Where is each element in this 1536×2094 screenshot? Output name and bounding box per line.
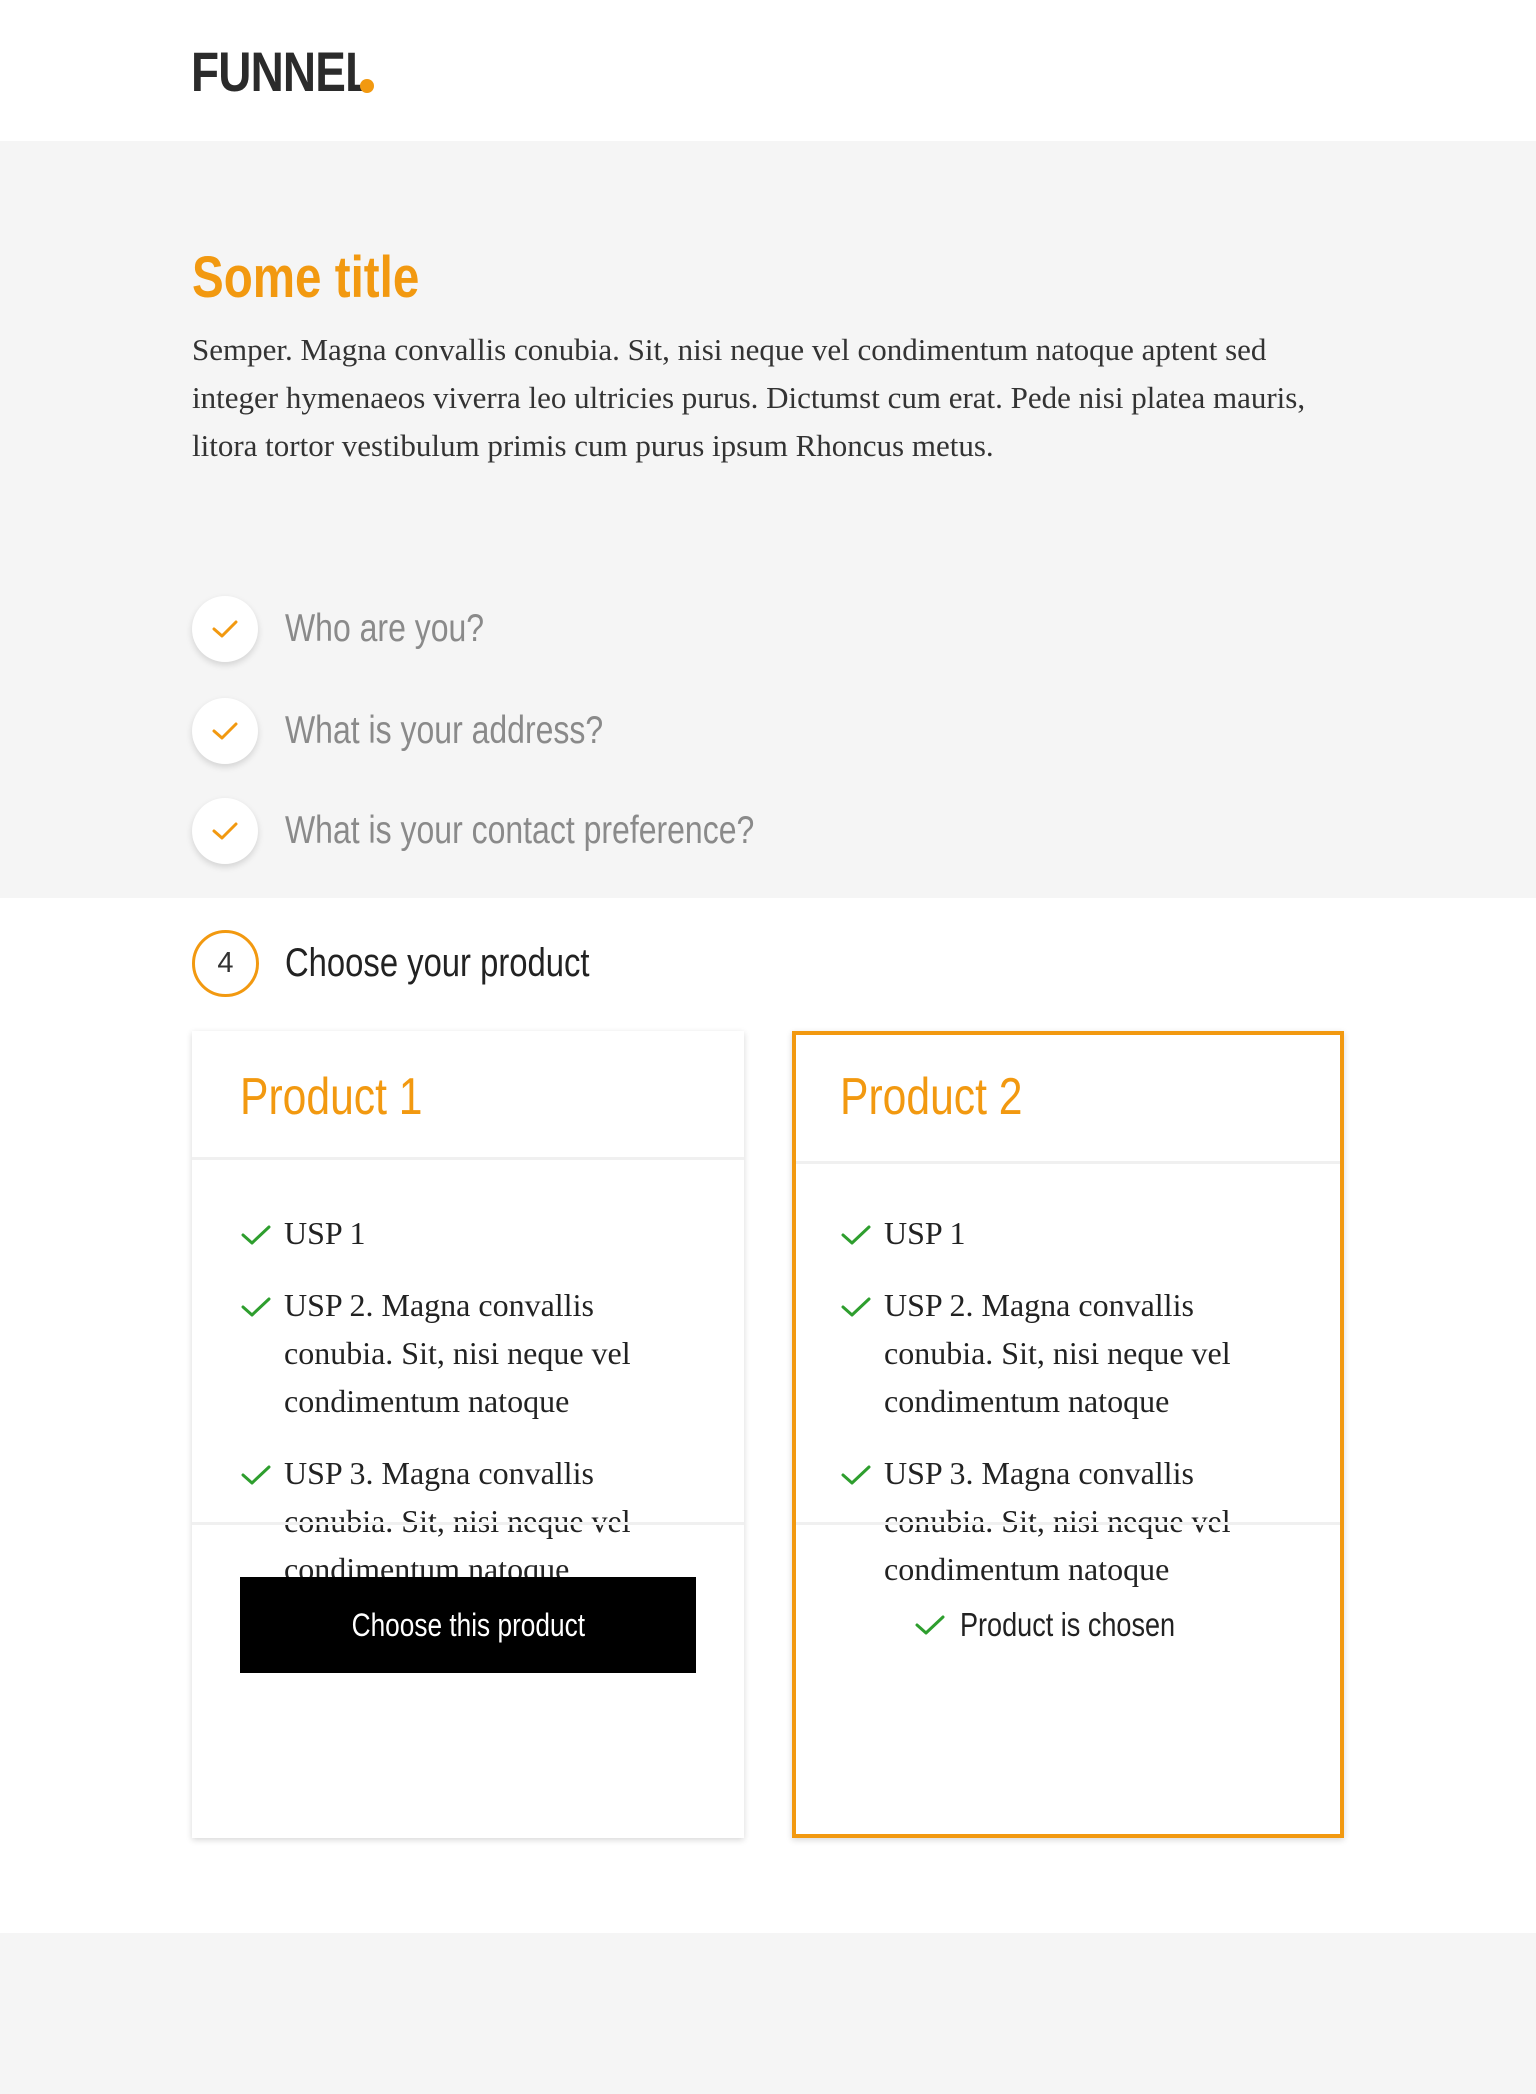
usp-text: USP 2. Magna convallis conubia. Sit, nis… [884, 1287, 1231, 1419]
product-chosen-status: Product is chosen [796, 1577, 1340, 1673]
usp-text: USP 1 [284, 1215, 366, 1251]
footer-band [0, 1933, 1536, 2094]
usp-list: USP 1 USP 2. Magna convallis conubia. Si… [192, 1160, 744, 1587]
check-icon [241, 1297, 271, 1317]
usp-text: USP 2. Magna convallis conubia. Sit, nis… [284, 1287, 631, 1419]
intro-text: Semper. Magna convallis conubia. Sit, ni… [192, 332, 1306, 463]
logo[interactable]: FUNNEL [191, 38, 373, 106]
choose-product-label: Choose this product [351, 1606, 585, 1643]
choose-product-button[interactable]: Choose this product [240, 1577, 696, 1673]
check-icon [841, 1225, 871, 1245]
step-label: What is your address? [285, 709, 604, 752]
product-card-1[interactable]: Product 1 USP 1 USP 2. Magna convallis c… [192, 1031, 744, 1838]
check-icon [841, 1297, 871, 1317]
usp-text: USP 1 [884, 1215, 966, 1251]
usp-item: USP 2. Magna convallis conubia. Sit, nis… [240, 1281, 696, 1425]
check-icon [841, 1465, 871, 1485]
step-current-label: Choose your product [285, 941, 590, 985]
page-title: Some title [192, 245, 420, 310]
product-card-2[interactable]: Product 2 USP 1 USP 2. Magna convallis c… [792, 1031, 1344, 1838]
site-header: FUNNEL [0, 0, 1536, 141]
usp-item: USP 1 [240, 1209, 696, 1257]
product-card-footer: Product is chosen [796, 1522, 1340, 1838]
product-card-header: Product 2 [796, 1035, 1340, 1164]
check-icon [915, 1615, 945, 1635]
step-number-badge: 4 [192, 930, 259, 997]
step-label: What is your contact preference? [285, 809, 755, 852]
usp-item: USP 1 [840, 1209, 1292, 1257]
check-icon [241, 1465, 271, 1485]
check-icon [192, 596, 258, 662]
check-icon [192, 698, 258, 764]
logo-dot [360, 79, 374, 93]
product-chosen-label: Product is chosen [959, 1606, 1175, 1643]
step-label: Who are you? [285, 607, 485, 650]
check-icon [192, 798, 258, 864]
product-name: Product 2 [840, 1068, 1023, 1126]
usp-list: USP 1 USP 2. Magna convallis conubia. Si… [796, 1160, 1340, 1587]
check-icon [241, 1225, 271, 1245]
usp-item: USP 2. Magna convallis conubia. Sit, nis… [840, 1281, 1292, 1425]
product-card-header: Product 1 [192, 1031, 744, 1160]
product-card-footer: Choose this product [192, 1522, 744, 1838]
product-name: Product 1 [240, 1068, 423, 1126]
